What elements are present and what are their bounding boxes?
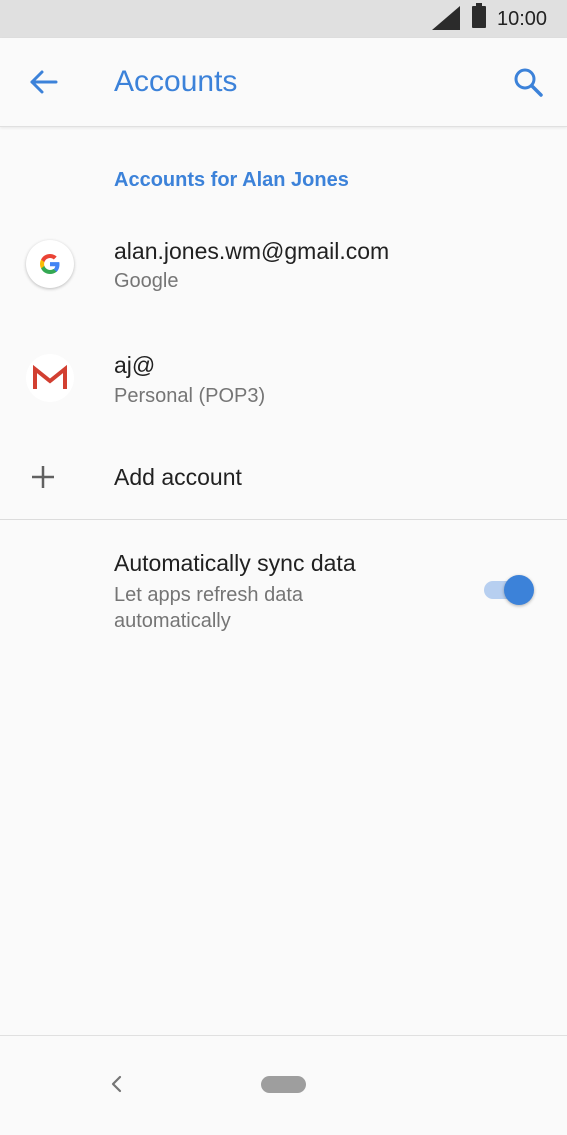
- section-header: Accounts for Alan Jones: [114, 169, 349, 191]
- account-item-google[interactable]: alan.jones.wm@gmail.com Google: [0, 214, 567, 314]
- divider: [0, 519, 567, 520]
- google-logo-icon: [26, 240, 74, 288]
- account-item-pop3[interactable]: aj@ Personal (POP3): [0, 330, 567, 430]
- auto-sync-summary: Let apps refresh data automatically: [114, 584, 304, 632]
- page-title: Accounts: [114, 65, 238, 98]
- battery-icon: [472, 3, 486, 28]
- add-account-item[interactable]: Add account: [0, 446, 567, 510]
- account-email: alan.jones.wm@gmail.com: [114, 238, 390, 264]
- status-bar: 10:00: [0, 0, 567, 38]
- status-time: 10:00: [497, 8, 548, 30]
- gmail-logo-icon: [26, 354, 74, 402]
- add-account-label: Add account: [114, 464, 242, 490]
- plus-icon: [32, 466, 54, 488]
- auto-sync-toggle[interactable]: [484, 575, 536, 605]
- account-type: Personal (POP3): [114, 385, 266, 407]
- account-type: Google: [114, 270, 179, 292]
- auto-sync-setting[interactable]: Automatically sync data Let apps refresh…: [0, 540, 567, 650]
- auto-sync-title: Automatically sync data: [114, 550, 356, 576]
- app-bar: Accounts: [0, 38, 567, 127]
- back-button[interactable]: [22, 60, 66, 104]
- navigation-bar: [0, 1035, 567, 1135]
- nav-back-icon: [111, 1075, 122, 1093]
- cell-signal-icon: [432, 6, 460, 30]
- account-email: aj@: [114, 352, 156, 378]
- nav-home-pill-icon[interactable]: [261, 1076, 306, 1093]
- search-button[interactable]: [506, 60, 550, 104]
- arrow-back-icon: [30, 70, 58, 94]
- toggle-thumb: [504, 575, 534, 605]
- nav-back-button[interactable]: [104, 1072, 128, 1096]
- search-icon: [514, 68, 543, 97]
